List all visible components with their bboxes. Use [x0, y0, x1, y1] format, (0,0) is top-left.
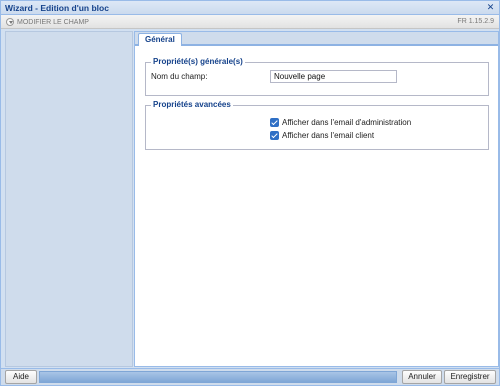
modify-field-label: MODIFIER LE CHAMP: [17, 18, 89, 26]
bottom-bar: Aide Annuler Enregistrer: [1, 368, 499, 385]
admin-email-checkbox[interactable]: [270, 118, 279, 127]
field-name-input[interactable]: [270, 70, 397, 83]
field-name-label: Nom du champ:: [151, 72, 208, 81]
version-label: FR 1.15.2.9: [457, 18, 494, 25]
wizard-window: Wizard - Edition d'un bloc ✕ MODIFIER LE…: [0, 0, 500, 386]
modify-field-button[interactable]: MODIFIER LE CHAMP: [6, 17, 89, 27]
main-panel: Général Propriété(s) générale(s) Nom du …: [134, 31, 499, 367]
dropdown-circle-icon: [6, 18, 14, 26]
option-admin-email[interactable]: Afficher dans l'email d'administration: [270, 118, 411, 127]
cancel-button[interactable]: Annuler: [402, 370, 442, 384]
tab-general[interactable]: Général: [138, 33, 182, 46]
save-button[interactable]: Enregistrer: [444, 370, 496, 384]
window-title: Wizard - Edition d'un bloc: [5, 3, 109, 13]
advanced-properties-legend: Propriétés avancées: [151, 100, 233, 109]
client-email-checkbox[interactable]: [270, 131, 279, 140]
admin-email-label: Afficher dans l'email d'administration: [282, 118, 412, 127]
tab-strip: Général: [135, 32, 498, 46]
client-email-label: Afficher dans l'email client: [282, 131, 375, 140]
bottom-strip: [39, 371, 397, 383]
left-panel: [5, 31, 133, 367]
advanced-properties-fieldset: Propriétés avancées: [145, 100, 489, 150]
general-properties-legend: Propriété(s) générale(s): [151, 57, 245, 66]
help-button[interactable]: Aide: [5, 370, 37, 384]
toolbar: MODIFIER LE CHAMP FR 1.15.2.9: [1, 15, 499, 29]
option-client-email[interactable]: Afficher dans l'email client: [270, 131, 374, 140]
close-icon[interactable]: ✕: [485, 2, 496, 13]
window-titlebar[interactable]: Wizard - Edition d'un bloc ✕: [1, 1, 499, 15]
